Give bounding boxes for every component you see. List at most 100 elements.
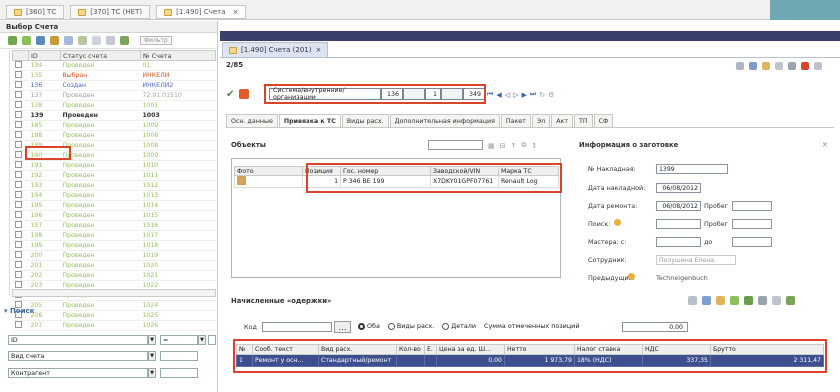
edit-icon[interactable] (702, 296, 711, 305)
copy-icon[interactable] (716, 296, 725, 305)
row-checkbox-cell[interactable] (12, 250, 29, 261)
editor-tab-accounts[interactable]: [1.490] Счета (201) × (222, 42, 329, 57)
export-icon[interactable] (744, 296, 753, 305)
mileage-field[interactable] (732, 201, 772, 211)
filter-field-account-type[interactable]: Вид счета (8, 351, 148, 361)
row-checkbox-cell[interactable] (12, 210, 29, 221)
delete-icon[interactable] (801, 62, 809, 70)
table-row[interactable]: 185 Проведен 1009 (12, 120, 216, 131)
checkbox[interactable] (14, 141, 22, 148)
last-record-icon[interactable]: ⏭ (530, 90, 536, 99)
close-icon[interactable]: ✕ (822, 141, 828, 149)
stop-icon[interactable] (239, 89, 249, 99)
row-checkbox-cell[interactable] (12, 230, 29, 241)
checkbox[interactable] (14, 281, 22, 288)
checkbox[interactable] (14, 171, 22, 178)
checkbox[interactable] (14, 201, 22, 208)
row-checkbox-cell[interactable] (12, 320, 29, 331)
checkbox[interactable] (14, 261, 22, 268)
tab-tp[interactable]: ТП (574, 114, 593, 127)
table-row[interactable]: 194 Проведен 1013 (12, 190, 216, 201)
checkbox[interactable] (14, 111, 22, 118)
filter-field-counterparty[interactable]: Контрагент (8, 368, 148, 378)
print-icon[interactable] (758, 296, 767, 305)
first-record-icon[interactable]: ⏮ (487, 90, 493, 99)
table-row[interactable]: 134 Проведен 01 (12, 60, 216, 71)
row-checkbox-cell[interactable] (12, 170, 29, 181)
table-row[interactable]: 200 Проведен 1019 (12, 250, 216, 261)
table-row[interactable]: 195 Проведен 1014 (12, 200, 216, 211)
checkbox[interactable] (14, 131, 22, 138)
tab-package[interactable]: Пакет (500, 114, 531, 127)
close-icon[interactable]: × (233, 8, 239, 16)
table-row[interactable]: 201 Проведен 1020 (12, 260, 216, 271)
checkbox[interactable] (14, 181, 22, 188)
row-checkbox-cell[interactable] (12, 240, 29, 251)
filter-icon[interactable] (788, 62, 796, 70)
search-icon[interactable] (106, 36, 115, 45)
column-header-number[interactable]: № Счета (140, 50, 216, 61)
row-checkbox-cell[interactable] (12, 260, 29, 271)
settings-icon[interactable]: ⚙ (548, 91, 554, 99)
table-row[interactable]: 193 Проведен 1012 (12, 180, 216, 191)
invoice-number-field[interactable]: 1399 (656, 164, 728, 174)
lookup-icon[interactable] (628, 273, 635, 280)
row-checkbox-cell[interactable] (12, 160, 29, 171)
checkbox[interactable] (14, 231, 22, 238)
next-record-icon[interactable]: ▶ (521, 91, 526, 99)
help-icon[interactable] (814, 62, 822, 70)
checkbox[interactable] (14, 71, 22, 78)
row-checkbox-cell[interactable] (12, 110, 29, 121)
checkbox[interactable] (14, 241, 22, 248)
refresh-icon[interactable] (8, 36, 17, 45)
top-tab-ts-370[interactable]: [370] ТС (НЕТ) (70, 5, 151, 19)
table-row[interactable]: 135 Выбран ИНКЕЛИ (12, 70, 216, 81)
table-row[interactable]: 197 Проведен 1016 (12, 220, 216, 231)
code-input[interactable] (262, 322, 332, 332)
attach-icon[interactable] (762, 62, 770, 70)
filter-operator-3[interactable] (160, 368, 198, 378)
repair-date-field[interactable]: 06/08/2012 (656, 201, 701, 211)
chevron-down-icon[interactable]: ▼ (198, 335, 206, 345)
row-checkbox-cell[interactable] (12, 180, 29, 191)
checkbox[interactable] (14, 161, 22, 168)
checkbox[interactable] (14, 121, 22, 128)
print-icon[interactable] (78, 36, 87, 45)
calc-icon[interactable] (730, 296, 739, 305)
row-checkbox-cell[interactable] (12, 70, 29, 81)
checkbox[interactable] (14, 81, 22, 88)
filter-button[interactable]: Фильтр (140, 36, 172, 45)
table-row[interactable]: 198 Проведен 1017 (12, 230, 216, 241)
settings-icon[interactable] (772, 296, 781, 305)
col-photo[interactable]: Фото (234, 166, 303, 176)
checkbox[interactable] (14, 271, 22, 278)
row-checkbox-cell[interactable] (12, 100, 29, 111)
row-checkbox-cell[interactable] (12, 220, 29, 231)
table-row[interactable]: 138 Проведен 1001 (12, 100, 216, 111)
copy-icon[interactable] (36, 36, 45, 45)
next-page-icon[interactable]: ▷ (513, 91, 518, 99)
radio-both[interactable]: Оба (358, 322, 380, 330)
checkbox[interactable] (14, 151, 22, 158)
move-up-icon[interactable]: ↑ (511, 142, 517, 150)
lookup-icon[interactable] (614, 219, 621, 226)
table-row[interactable]: 199 Проведен 1018 (12, 240, 216, 251)
row-checkbox-cell[interactable] (12, 120, 29, 131)
lookup-button[interactable]: … (334, 321, 351, 333)
table-row[interactable]: 207 Проведен 1026 (12, 320, 216, 331)
add-row-icon[interactable]: ▦ (488, 142, 495, 150)
export-icon[interactable] (120, 36, 129, 45)
row-checkbox-cell[interactable] (12, 190, 29, 201)
checkbox[interactable] (14, 321, 22, 328)
add-icon[interactable] (688, 296, 697, 305)
objects-search-input[interactable] (428, 140, 483, 150)
open-icon[interactable] (64, 36, 73, 45)
checkmark-icon[interactable]: ✔ (226, 89, 234, 100)
save-icon[interactable] (749, 62, 757, 70)
filter-operator[interactable]: = (160, 335, 198, 345)
chevron-down-icon[interactable]: ▼ (148, 368, 156, 378)
column-header-status[interactable]: Статус счета (60, 50, 141, 61)
add-icon[interactable] (22, 36, 31, 45)
top-tab-accounts[interactable]: [1.490] Счета × (156, 5, 247, 19)
table-row[interactable]: 196 Проведен 1015 (12, 210, 216, 221)
